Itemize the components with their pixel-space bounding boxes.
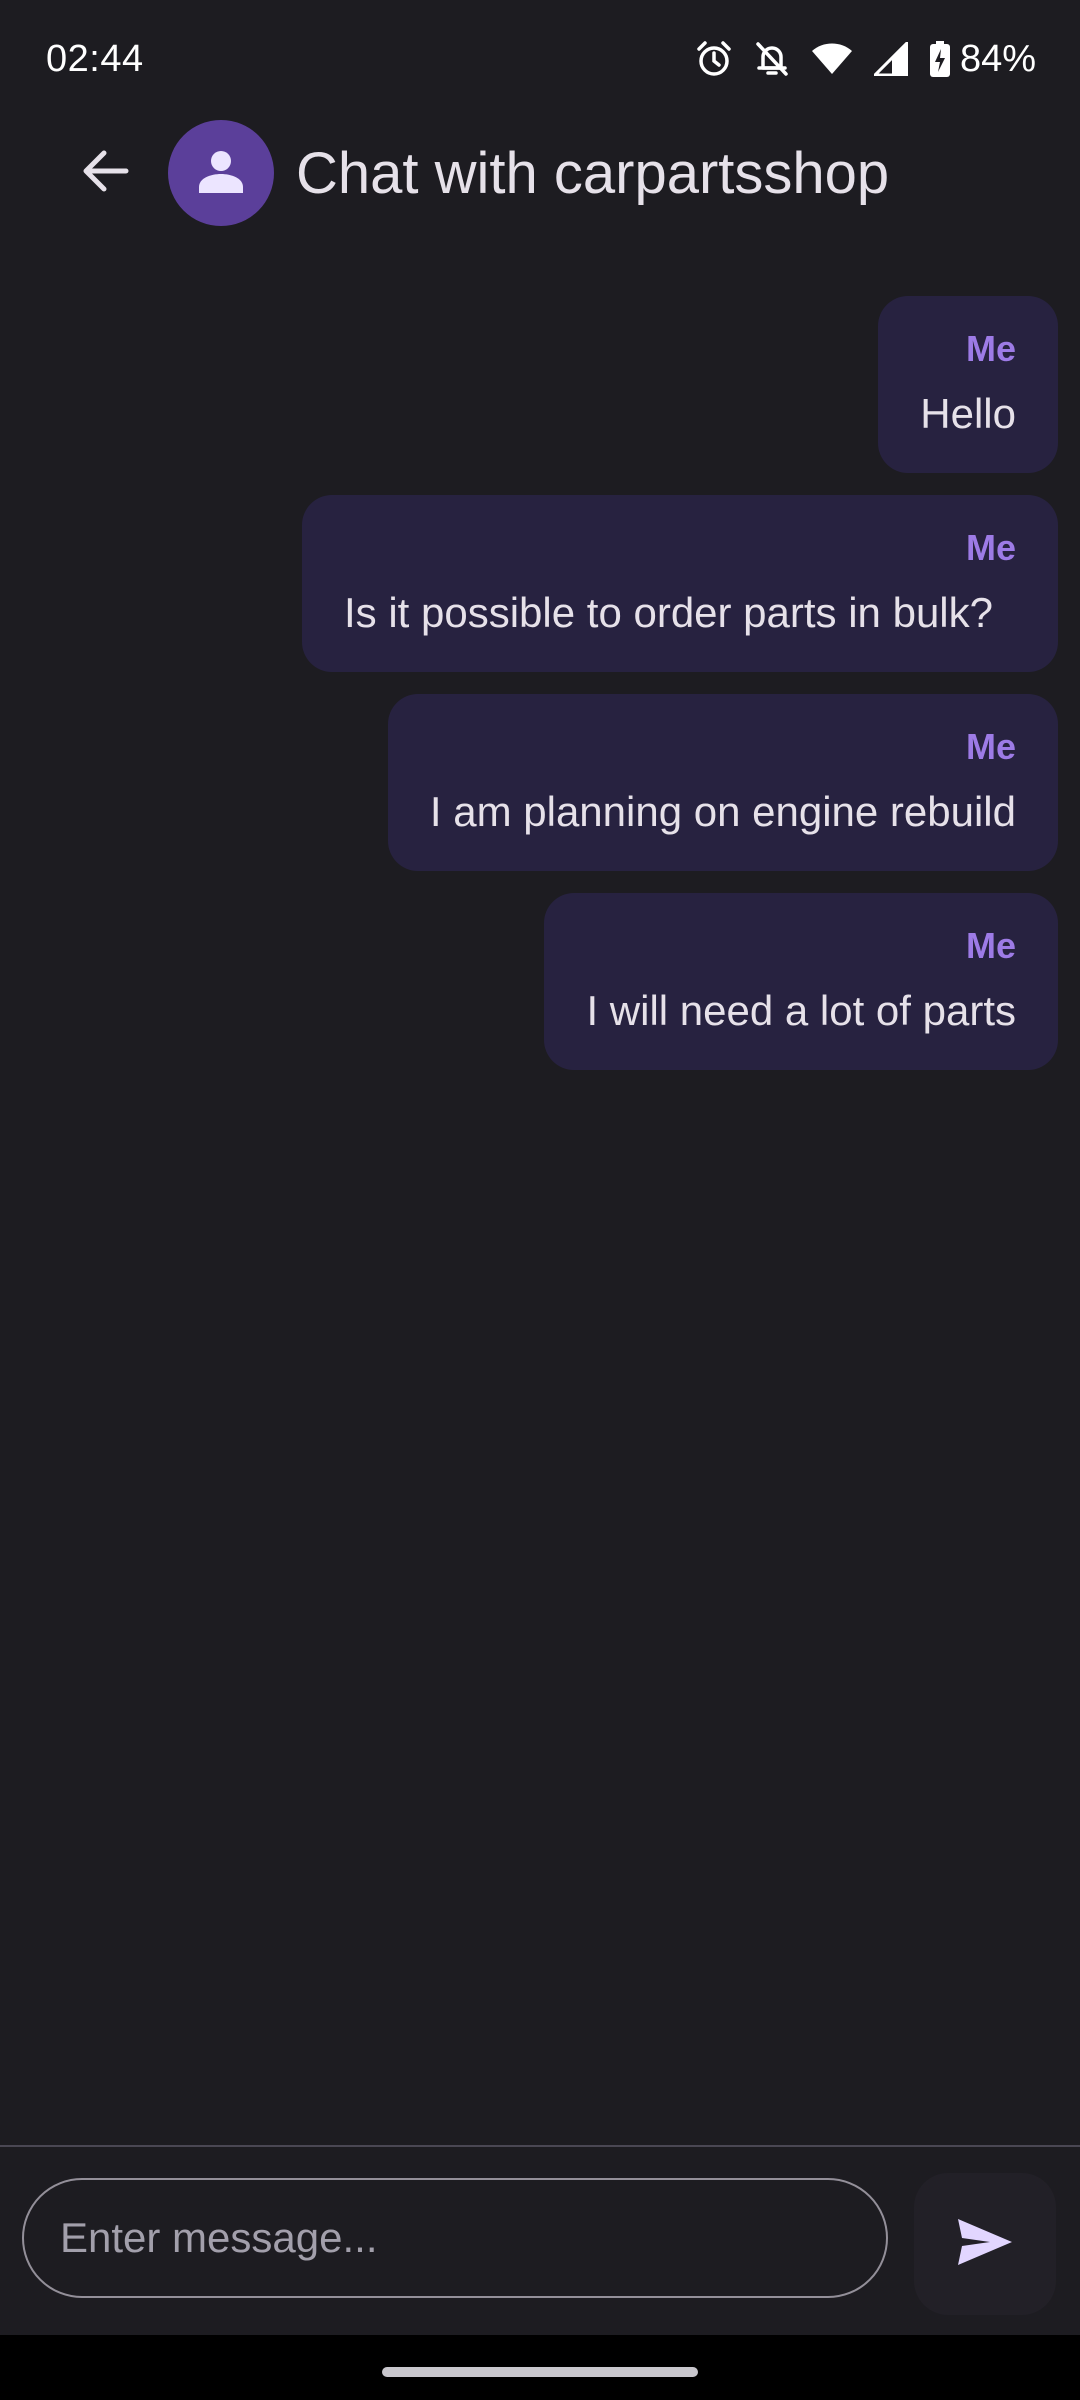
- back-button[interactable]: [56, 123, 156, 223]
- message-sender: Me: [965, 527, 1016, 568]
- send-button[interactable]: [914, 2173, 1056, 2315]
- home-indicator[interactable]: [382, 2367, 698, 2377]
- message-list: Me Hello Me Is it possible to order part…: [22, 296, 1058, 1070]
- page-title: Chat with carpartsshop: [296, 140, 890, 206]
- notifications-off-icon: [754, 40, 790, 78]
- message-composer: [0, 2147, 1080, 2335]
- message-bubble: Me Hello: [878, 296, 1058, 473]
- message-sender: Me: [965, 925, 1016, 966]
- message-text: I am planning on engine rebuild: [429, 788, 1016, 835]
- avatar: [168, 120, 274, 226]
- message-text: Is it possible to order parts in bulk?: [344, 589, 993, 636]
- send-icon: [956, 2217, 1014, 2272]
- message-bubble: Me Is it possible to order parts in bulk…: [302, 495, 1058, 672]
- cellular-signal-icon: [873, 42, 908, 76]
- battery-percentage: 84%: [959, 37, 1036, 80]
- app-bar: Chat with carpartsshop: [0, 118, 1080, 228]
- status-icons: 84%: [696, 38, 1036, 81]
- message-sender: Me: [965, 726, 1016, 767]
- message-input[interactable]: [22, 2178, 888, 2298]
- navigation-bar: [0, 2335, 1080, 2400]
- alarm-icon: [696, 40, 732, 78]
- status-time: 02:44: [46, 37, 144, 80]
- message-text: Hello: [920, 390, 1016, 437]
- wifi-icon: [811, 43, 852, 75]
- message-bubble: Me I will need a lot of parts: [544, 893, 1058, 1070]
- status-bar: 02:44 84%: [0, 0, 1080, 118]
- message-sender: Me: [965, 328, 1016, 369]
- battery-charging-icon: [929, 41, 950, 77]
- message-bubble: Me I am planning on engine rebuild: [387, 694, 1058, 871]
- arrow-back-icon: [82, 149, 130, 198]
- person-icon: [197, 147, 245, 200]
- message-text: I will need a lot of parts: [586, 987, 1016, 1034]
